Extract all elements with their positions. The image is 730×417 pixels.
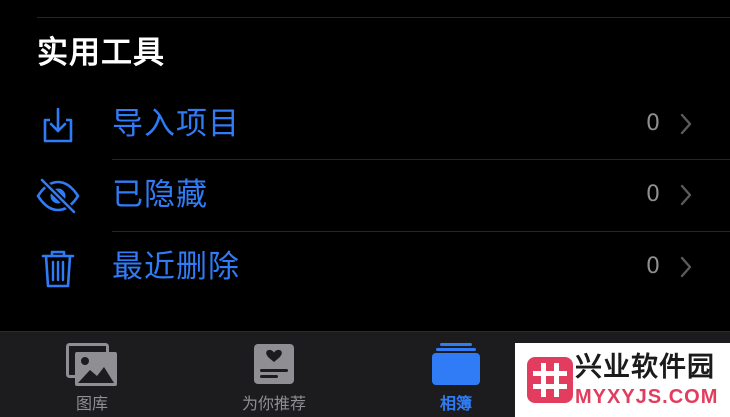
tab-for-you[interactable]: 为你推荐 [222,332,326,417]
utility-row-import[interactable]: 导入项目 0 [0,89,730,159]
tab-albums[interactable]: 相簿 [404,332,508,417]
row-count-recently-deleted: 0 [646,254,660,279]
watermark: 兴业软件园 MYXYJS.COM [515,343,730,417]
photo-library-icon [66,343,117,386]
chevron-right-icon [680,256,692,278]
utility-row-hidden[interactable]: 已隐藏 0 [0,160,730,230]
tab-label-albums: 相簿 [439,394,472,413]
import-icon [43,107,73,143]
trash-icon [41,250,75,288]
row-label-import: 导入项目 [112,106,240,142]
row-count-import: 0 [646,111,660,136]
row-count-hidden: 0 [646,182,660,207]
tab-photo-library[interactable]: 图库 [40,332,144,417]
utility-row-recently-deleted[interactable]: 最近删除 0 [0,232,730,302]
watermark-title: 兴业软件园 [575,352,715,383]
hidden-eye-icon [36,177,80,215]
tab-label-for-you: 为你推荐 [241,394,306,413]
albums-screen: 实用工具 导入项目 0 已隐藏 0 最近删除 0 图库 为你推荐 相簿 兴业软件… [0,0,730,417]
tab-label-photo-library: 图库 [75,394,108,413]
albums-icon [432,343,480,385]
row-label-hidden: 已隐藏 [112,177,208,213]
watermark-logo-icon [527,357,573,403]
section-title: 实用工具 [37,35,165,71]
row-label-recently-deleted: 最近删除 [112,249,240,285]
chevron-right-icon [680,184,692,206]
chevron-right-icon [680,113,692,135]
top-divider [37,17,730,18]
for-you-icon [254,344,294,384]
watermark-url: MYXYJS.COM [575,386,719,408]
